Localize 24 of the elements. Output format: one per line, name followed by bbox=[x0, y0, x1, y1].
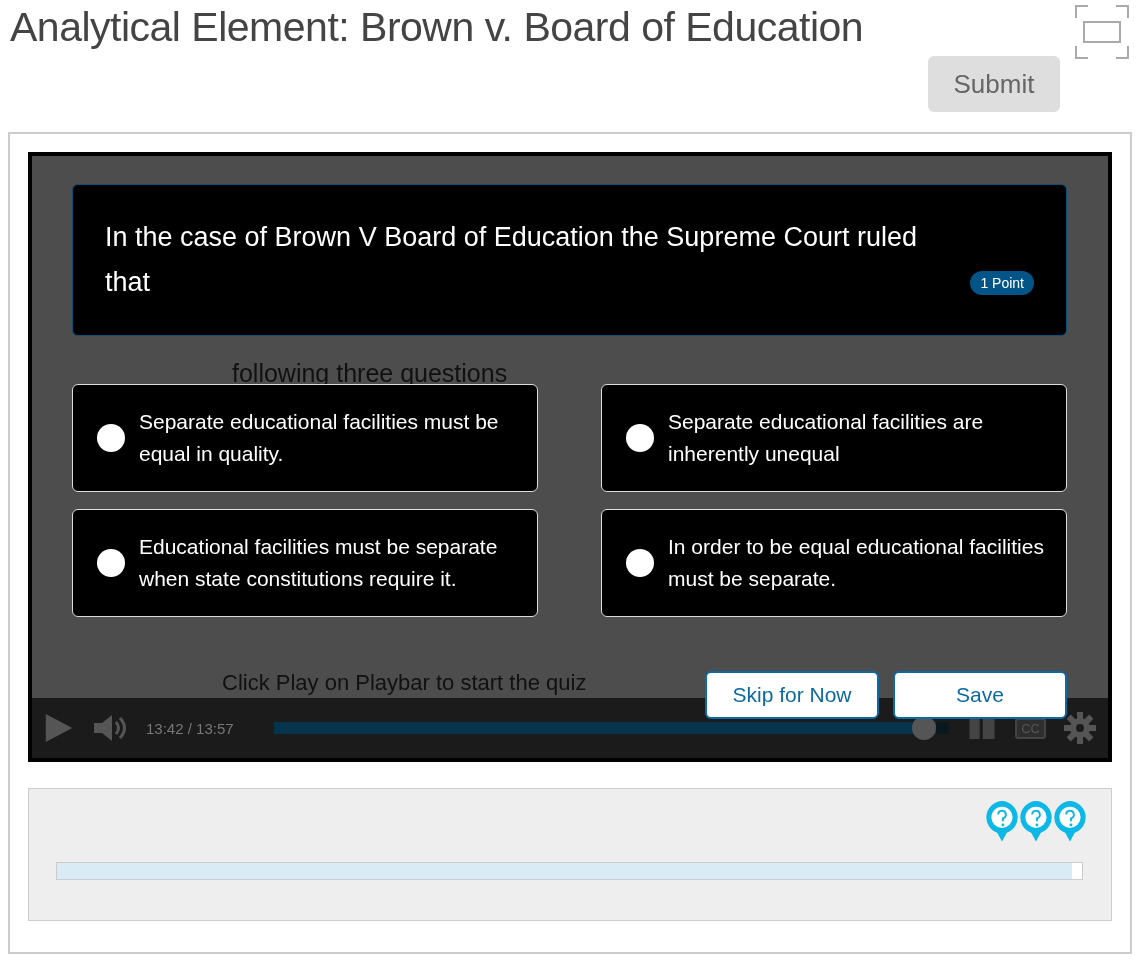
radio-button[interactable] bbox=[626, 549, 654, 577]
radio-button[interactable] bbox=[97, 549, 125, 577]
play-icon[interactable] bbox=[44, 712, 74, 744]
settings-icon[interactable] bbox=[1064, 712, 1096, 744]
points-badge: 1 Point bbox=[970, 271, 1034, 295]
volume-icon[interactable] bbox=[92, 714, 128, 742]
page-title: Analytical Element: Brown v. Board of Education bbox=[10, 4, 864, 52]
question-text: In the case of Brown V Board of Education the Supreme Court ruled that bbox=[105, 221, 918, 299]
slide-footer-text: Click Play on Playbar to start the quiz bbox=[222, 670, 587, 696]
radio-button[interactable] bbox=[626, 424, 654, 452]
answer-option[interactable]: Educational facilities must be separate when state constitutions require it. bbox=[72, 509, 538, 617]
time-readout: 13:42 / 13:57 bbox=[146, 719, 235, 737]
fullscreen-icon[interactable] bbox=[1074, 4, 1130, 60]
answer-option[interactable]: Separate educational facilities are inherently unequal bbox=[601, 384, 1067, 492]
skip-button[interactable]: Skip for Now bbox=[705, 671, 879, 719]
answer-option[interactable]: Separate educational facilities must be equal in quality. bbox=[72, 384, 538, 492]
answer-text: Separate educational facilities must be equal in quality. bbox=[139, 409, 500, 467]
answer-text: In order to be equal educational facilities must be separate. bbox=[668, 534, 1045, 592]
radio-button[interactable] bbox=[97, 424, 125, 452]
toc-icon[interactable] bbox=[967, 717, 998, 739]
answer-option[interactable]: In order to be equal educational facilities must be separate. bbox=[601, 509, 1067, 617]
answer-text: Educational facilities must be separate when state constitutions require it. bbox=[139, 534, 499, 592]
answer-text: Separate educational facilities are inherently unequal bbox=[668, 409, 985, 467]
save-button[interactable]: Save bbox=[893, 671, 1067, 719]
